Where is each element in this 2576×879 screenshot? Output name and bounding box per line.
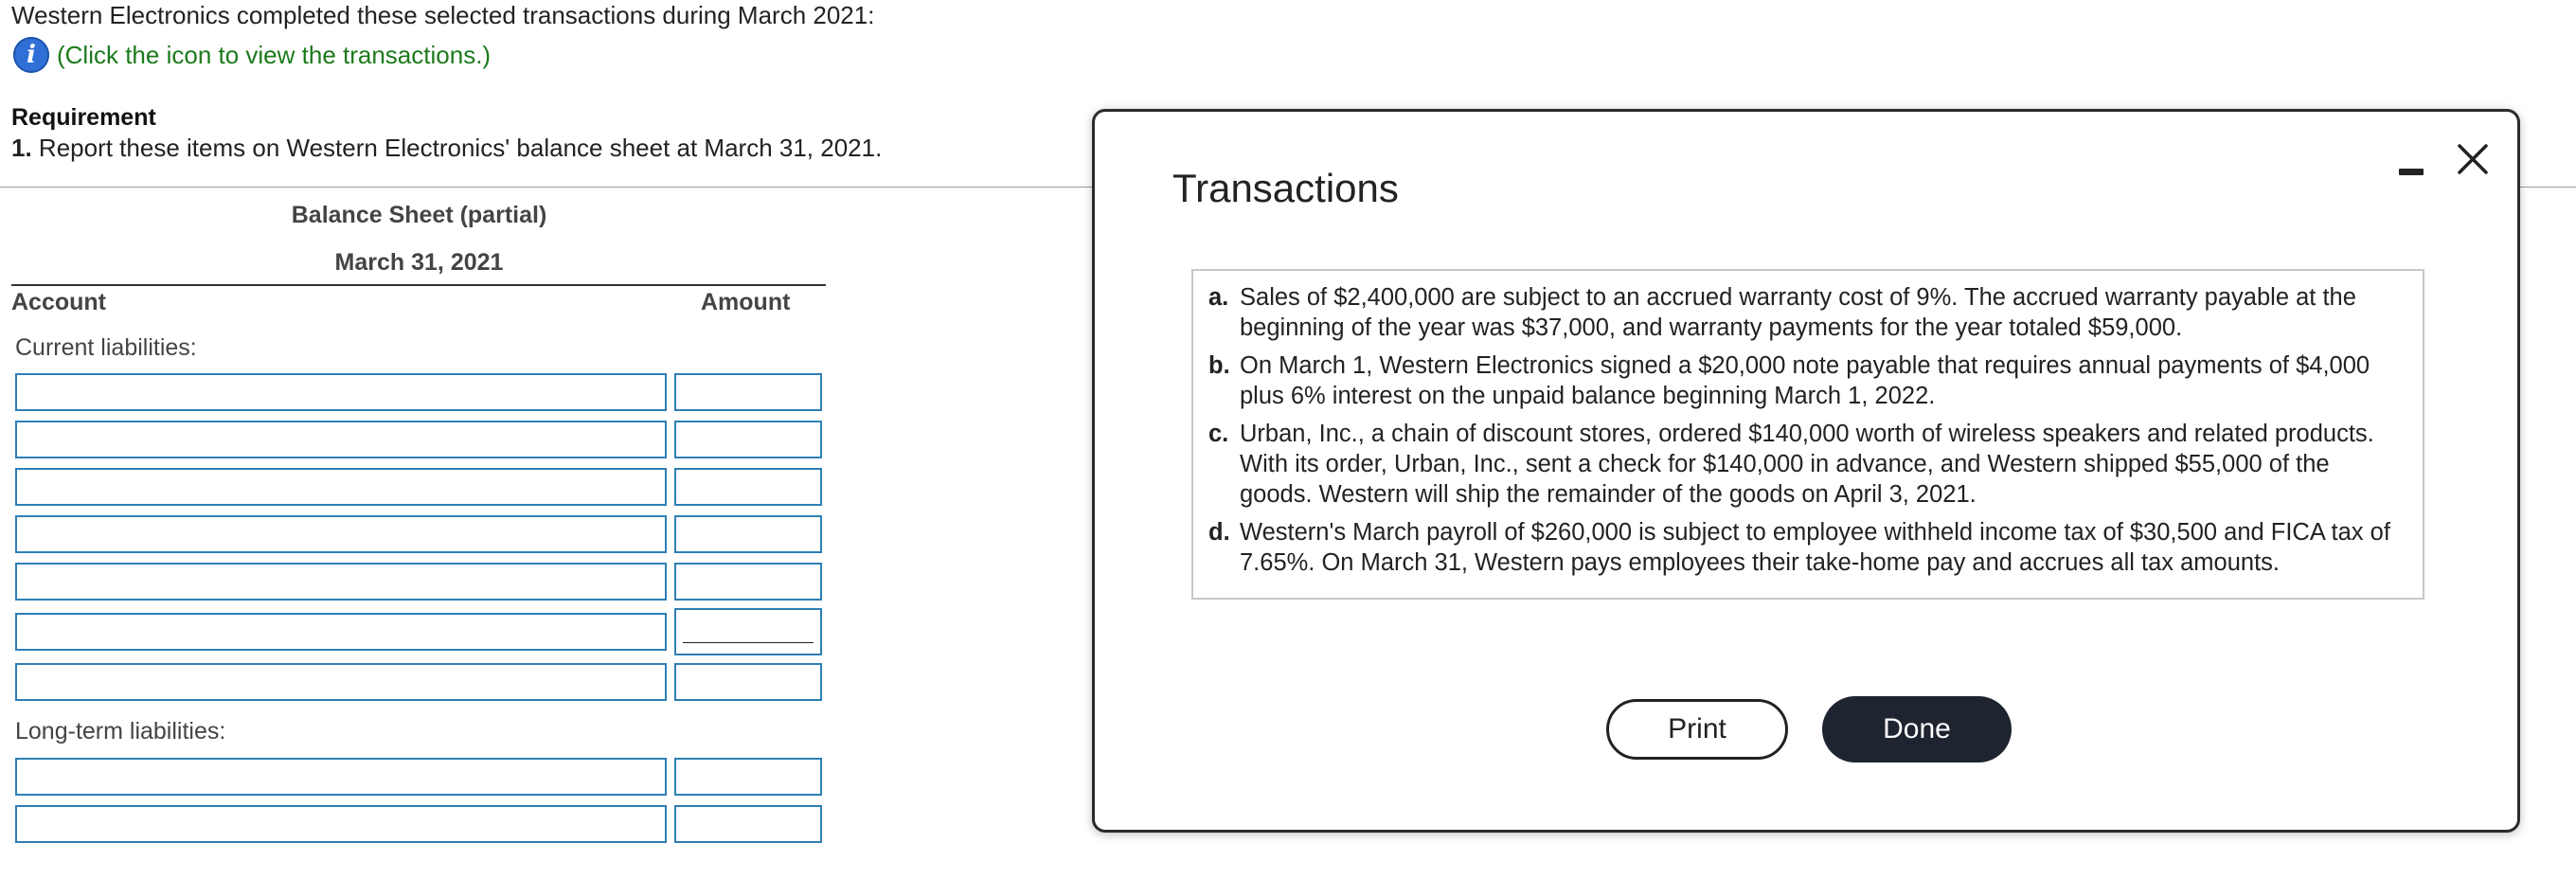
current-amount-input-6[interactable]: [674, 608, 822, 655]
current-account-input-1[interactable]: [15, 373, 667, 411]
transaction-text: Sales of $2,400,000 are subject to an ac…: [1240, 284, 2356, 341]
done-button[interactable]: Done: [1822, 696, 2012, 762]
print-button[interactable]: Print: [1606, 699, 1788, 760]
view-transactions-link[interactable]: (Click the icon to view the transactions…: [57, 41, 491, 70]
transaction-letter: a.: [1208, 284, 1229, 311]
current-account-input-2[interactable]: [15, 421, 667, 458]
current-amount-input-4[interactable]: [674, 515, 822, 553]
longterm-amount-input-2[interactable]: [674, 805, 822, 843]
amount-column-header: Amount: [701, 289, 791, 315]
transaction-item: a. Sales of $2,400,000 are subject to an…: [1208, 282, 2406, 343]
transactions-list: a. Sales of $2,400,000 are subject to an…: [1191, 269, 2424, 600]
current-amount-input-2[interactable]: [674, 421, 822, 458]
transaction-letter: b.: [1208, 352, 1230, 379]
info-row: i (Click the icon to view the transactio…: [13, 36, 491, 74]
intro-text: Western Electronics completed these sele…: [11, 1, 875, 29]
longterm-account-input-1[interactable]: [15, 758, 667, 796]
current-liabilities-label: Current liabilities:: [15, 334, 197, 361]
current-amount-input-1[interactable]: [674, 373, 822, 411]
account-column-header: Account: [11, 289, 106, 315]
transaction-letter: d.: [1208, 519, 1230, 546]
balance-sheet-date: March 31, 2021: [334, 249, 504, 276]
current-account-input-7[interactable]: [15, 663, 667, 701]
subtotal-underline: [683, 642, 814, 643]
requirement-number: 1.: [11, 134, 32, 162]
close-icon[interactable]: [2456, 142, 2490, 176]
current-account-input-6[interactable]: [15, 613, 667, 651]
transaction-item: b. On March 1, Western Electronics signe…: [1208, 350, 2406, 411]
balance-sheet-title: Balance Sheet (partial): [291, 202, 547, 228]
requirement-description: Report these items on Western Electronic…: [38, 134, 883, 162]
transaction-letter: c.: [1208, 421, 1229, 447]
current-account-input-5[interactable]: [15, 563, 667, 601]
info-icon[interactable]: i: [13, 37, 49, 73]
header-rule: [11, 284, 826, 286]
current-account-input-4[interactable]: [15, 515, 667, 553]
transactions-modal: Transactions a. Sales of $2,400,000 are …: [1092, 109, 2520, 833]
minimize-icon[interactable]: [2399, 159, 2424, 184]
long-term-liabilities-label: Long-term liabilities:: [15, 718, 226, 744]
transaction-text: Western's March payroll of $260,000 is s…: [1240, 519, 2390, 576]
requirement-heading: Requirement: [11, 104, 156, 131]
current-amount-input-7[interactable]: [674, 663, 822, 701]
transaction-text: Urban, Inc., a chain of discount stores,…: [1240, 421, 2374, 508]
current-account-input-3[interactable]: [15, 468, 667, 506]
modal-title: Transactions: [1172, 166, 1399, 210]
requirement-text: 1. Report these items on Western Electro…: [11, 134, 882, 163]
current-amount-input-3[interactable]: [674, 468, 822, 506]
longterm-account-input-2[interactable]: [15, 805, 667, 843]
current-amount-input-5[interactable]: [674, 563, 822, 601]
transaction-item: c. Urban, Inc., a chain of discount stor…: [1208, 419, 2406, 510]
longterm-amount-input-1[interactable]: [674, 758, 822, 796]
transaction-text: On March 1, Western Electronics signed a…: [1240, 352, 2370, 409]
transaction-item: d. Western's March payroll of $260,000 i…: [1208, 517, 2406, 578]
